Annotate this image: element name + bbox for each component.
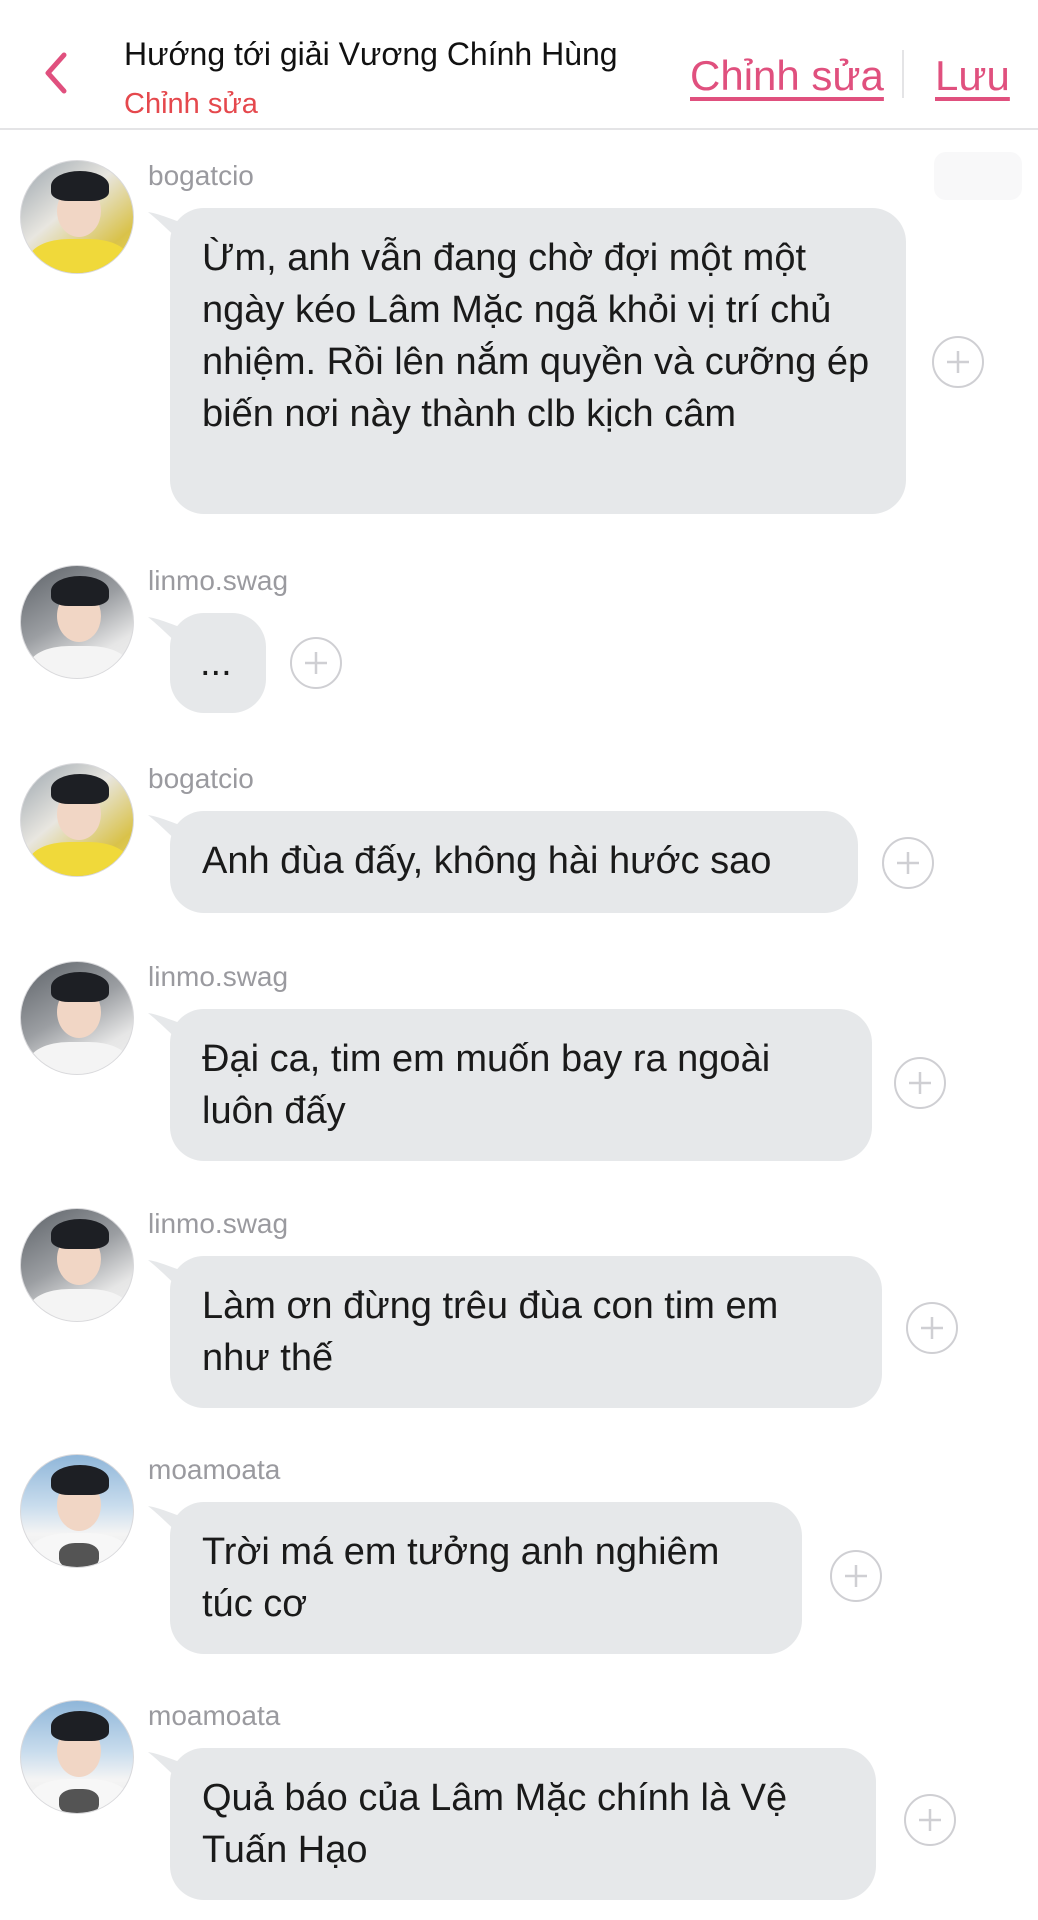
message-bubble[interactable]: Trời má em tưởng anh nghiêm túc cơ <box>170 1502 802 1654</box>
edit-button[interactable]: Chỉnh sửa <box>690 52 884 100</box>
plus-icon <box>947 351 969 373</box>
message-username: linmo.swag <box>148 1208 289 1239</box>
add-reaction-button[interactable] <box>904 1794 956 1846</box>
avatar[interactable] <box>20 1208 134 1322</box>
plus-icon <box>919 1809 941 1831</box>
plus-icon <box>305 652 327 674</box>
message-bubble[interactable]: Quả báo của Lâm Mặc chính là Vệ Tuấn Hạo <box>170 1748 876 1900</box>
avatar[interactable] <box>20 1454 134 1568</box>
message-bubble[interactable]: Ừm, anh vẫn đang chờ đợi một một ngày ké… <box>170 208 906 514</box>
message-username: moamoata <box>148 1454 281 1485</box>
add-reaction-button[interactable] <box>906 1302 958 1354</box>
avatar[interactable] <box>20 565 134 679</box>
avatar[interactable] <box>20 1700 134 1814</box>
add-reaction-button[interactable] <box>830 1550 882 1602</box>
header-divider <box>902 50 904 98</box>
chevron-left-icon <box>45 52 67 94</box>
add-reaction-button[interactable] <box>894 1057 946 1109</box>
plus-icon <box>897 852 919 874</box>
plus-icon <box>909 1072 931 1094</box>
add-reaction-button[interactable] <box>932 336 984 388</box>
avatar[interactable] <box>20 160 134 274</box>
message-username: linmo.swag <box>148 565 289 596</box>
plus-icon <box>845 1565 867 1587</box>
save-button[interactable]: Lưu <box>935 52 1010 100</box>
chat-title: Hướng tới giải Vương Chính Hùng <box>124 36 618 72</box>
avatar[interactable] <box>20 763 134 877</box>
chat-subtitle: Chỉnh sửa <box>124 88 258 120</box>
back-button[interactable] <box>36 46 76 100</box>
message-username: bogatcio <box>148 763 254 794</box>
chat-header: Hướng tới giải Vương Chính Hùng Chỉnh sử… <box>0 0 1038 130</box>
message-username: moamoata <box>148 1700 281 1731</box>
message-username: bogatcio <box>148 160 254 191</box>
add-reaction-button[interactable] <box>290 637 342 689</box>
add-reaction-button[interactable] <box>882 837 934 889</box>
plus-icon <box>921 1317 943 1339</box>
message-bubble[interactable]: Anh đùa đấy, không hài hước sao <box>170 811 858 913</box>
message-bubble[interactable]: Làm ơn đừng trêu đùa con tim em như thế <box>170 1256 882 1408</box>
faded-overlay <box>934 152 1022 200</box>
message-bubble[interactable]: ... <box>170 613 266 713</box>
avatar[interactable] <box>20 961 134 1075</box>
message-bubble[interactable]: Đại ca, tim em muốn bay ra ngoài luôn đấ… <box>170 1009 872 1161</box>
message-username: linmo.swag <box>148 961 289 992</box>
